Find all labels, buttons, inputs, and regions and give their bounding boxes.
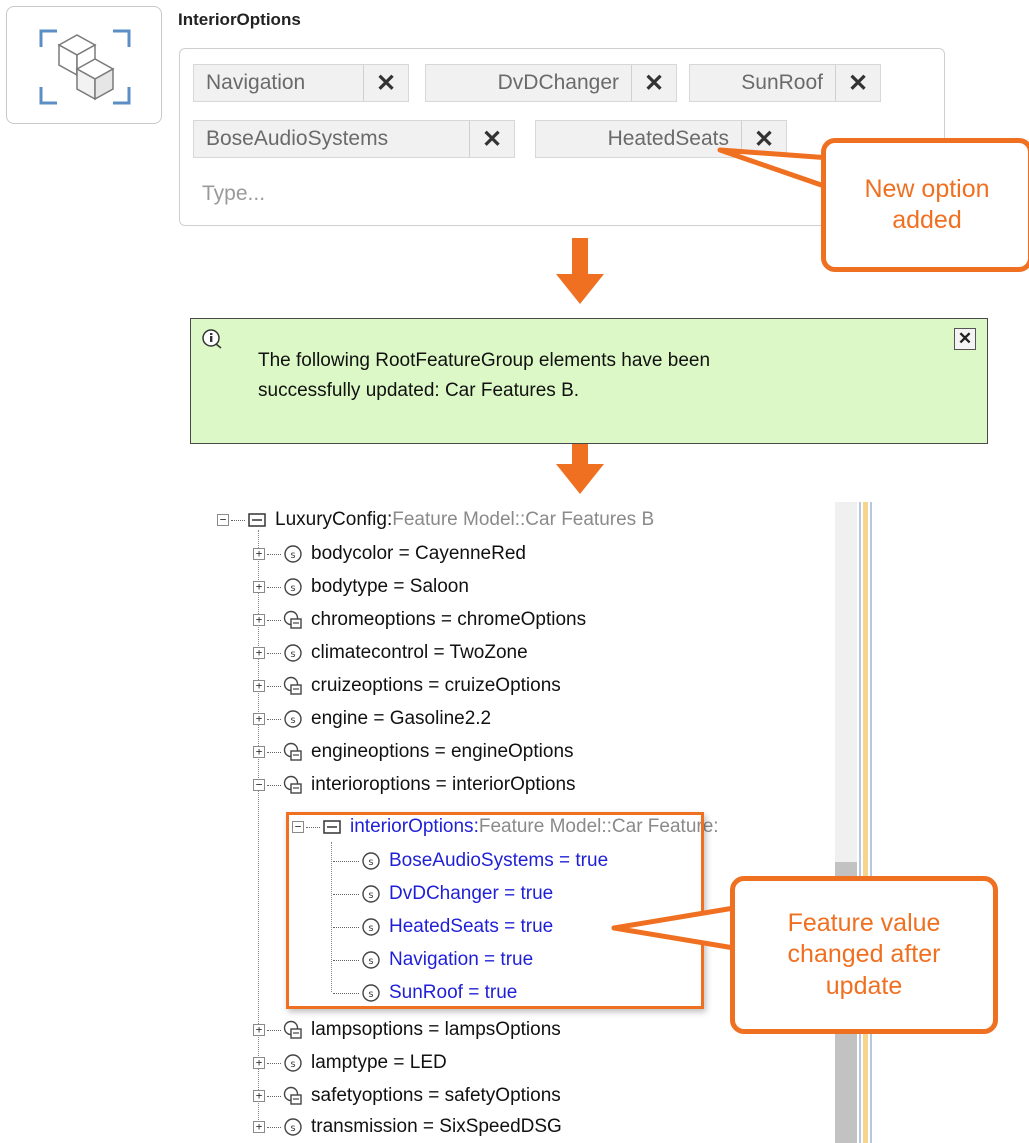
expand-icon[interactable]: + (253, 1024, 265, 1036)
panel-divider (870, 502, 872, 1143)
tree-item-label: interioroptions = interiorOptions (311, 774, 576, 795)
panel-divider (863, 502, 868, 1143)
tree-row[interactable]: + s bodycolor = CayenneRed (253, 538, 526, 570)
tag-label: SunRoof (741, 71, 823, 94)
cubes-icon (39, 29, 131, 105)
tree-row-root[interactable]: − LuxuryConfig : Feature Model::Car Feat… (217, 504, 654, 536)
tree-row[interactable]: + s climatecontrol = TwoZone (253, 637, 528, 669)
svg-text:s: s (290, 715, 295, 726)
tree-row[interactable]: + cruizeoptions = cruizeOptions (253, 670, 561, 702)
svg-text:s: s (290, 1123, 295, 1134)
expand-icon[interactable]: + (253, 746, 265, 758)
tree-item-label: lamptype = LED (311, 1052, 447, 1073)
slot-icon: s (284, 1054, 302, 1072)
collapse-icon[interactable]: − (253, 779, 265, 791)
tree-row[interactable]: + safetyoptions = safetyOptions (253, 1080, 561, 1112)
tree-row[interactable]: + engineoptions = engineOptions (253, 736, 574, 768)
element-icon-box (6, 6, 162, 124)
remove-tag-icon[interactable]: ✕ (631, 65, 676, 101)
group-slot-icon (283, 676, 302, 695)
expand-icon[interactable]: + (253, 614, 265, 626)
group-slot-icon (283, 742, 302, 761)
collapse-icon[interactable]: − (217, 514, 229, 526)
interior-options-label: InteriorOptions (178, 10, 301, 29)
tree-item-label: engineoptions = engineOptions (311, 741, 574, 762)
notification-line: The following RootFeatureGroup elements … (258, 350, 711, 371)
feature-value-callout: Feature value changed after update (730, 876, 998, 1034)
info-icon (202, 329, 222, 349)
notification-line: successfully updated: Car Features B. (258, 380, 580, 401)
slot-icon: s (284, 578, 302, 596)
tree-item-label: cruizeoptions = cruizeOptions (311, 675, 561, 696)
tree-item-label: climatecontrol = TwoZone (311, 642, 528, 663)
expand-icon[interactable]: + (253, 647, 265, 659)
tag-label: DvDChanger (497, 71, 619, 94)
notification-message: The following RootFeatureGroup elements … (258, 346, 858, 406)
panel-divider (859, 502, 861, 1143)
tree-item-label: safetyoptions = safetyOptions (311, 1085, 561, 1106)
expand-icon[interactable]: + (253, 1057, 265, 1069)
tree-row[interactable]: + s lamptype = LED (253, 1047, 447, 1079)
remove-tag-icon[interactable]: ✕ (469, 121, 514, 157)
instance-icon (248, 513, 266, 527)
close-notification-button[interactable]: ✕ (954, 328, 976, 350)
tag-input-placeholder[interactable]: Type... (202, 182, 265, 206)
tag-dvdchanger: DvDChanger ✕ (425, 64, 677, 102)
tree-row[interactable]: + chromeoptions = chromeOptions (253, 604, 586, 636)
slot-icon: s (284, 710, 302, 728)
slot-icon: s (284, 1118, 302, 1136)
tag-label: Navigation (206, 71, 306, 94)
tree-item-label: bodycolor = CayenneRed (311, 543, 526, 564)
new-option-callout: New option added (821, 138, 1029, 272)
tree-item-label: lampsoptions = lampsOptions (311, 1019, 561, 1040)
tree-item-label: bodytype = Saloon (311, 576, 469, 597)
tag-sunroof: SunRoof ✕ (689, 64, 881, 102)
expand-icon[interactable]: + (253, 713, 265, 725)
expand-icon[interactable]: + (253, 548, 265, 560)
svg-text:s: s (290, 649, 295, 660)
group-slot-icon (283, 1020, 302, 1039)
tag-boseaudiosystems: BoseAudioSystems ✕ (193, 120, 515, 158)
tree-row[interactable]: + lampsoptions = lampsOptions (253, 1014, 561, 1046)
expand-icon[interactable]: + (253, 581, 265, 593)
tree-row[interactable]: + s bodytype = Saloon (253, 571, 469, 603)
tree-root-name: LuxuryConfig (275, 509, 387, 530)
svg-text:s: s (290, 550, 295, 561)
expand-icon[interactable]: + (253, 1121, 265, 1133)
tree-row[interactable]: + s transmission = SixSpeedDSG (253, 1111, 562, 1143)
tree-row[interactable]: + s engine = Gasoline2.2 (253, 703, 491, 735)
tree-item-label: engine = Gasoline2.2 (311, 708, 492, 729)
group-slot-icon (283, 1086, 302, 1105)
tag-navigation: Navigation ✕ (193, 64, 409, 102)
tag-label: BoseAudioSystems (206, 127, 389, 150)
remove-tag-icon[interactable]: ✕ (835, 65, 880, 101)
slot-icon: s (284, 545, 302, 563)
tree-item-label: chromeoptions = chromeOptions (311, 609, 587, 630)
slot-icon: s (284, 644, 302, 662)
tree-item-label: transmission = SixSpeedDSG (311, 1116, 562, 1137)
svg-text:s: s (290, 583, 295, 594)
remove-tag-icon[interactable]: ✕ (363, 65, 408, 101)
tree-root-type: Feature Model::Car Features B (392, 509, 655, 530)
down-arrow-icon (556, 238, 604, 304)
expand-icon[interactable]: + (253, 680, 265, 692)
expand-icon[interactable]: + (253, 1090, 265, 1102)
group-slot-icon (283, 775, 302, 794)
tree-row[interactable]: − interioroptions = interiorOptions (253, 769, 576, 801)
group-slot-icon (283, 610, 302, 629)
svg-text:s: s (290, 1059, 295, 1070)
